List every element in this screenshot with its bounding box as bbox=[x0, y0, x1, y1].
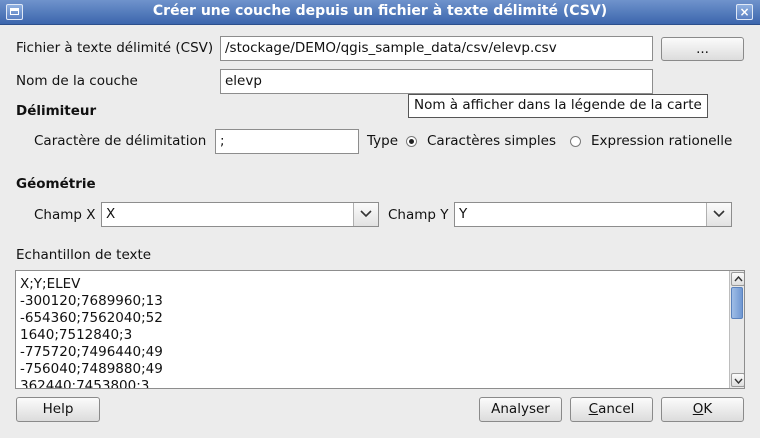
cancel-button[interactable]: Cancel bbox=[570, 397, 653, 422]
scroll-thumb[interactable] bbox=[731, 287, 743, 319]
sample-line: -756040;7489880;49 bbox=[20, 361, 163, 377]
field-x-label: Champ X bbox=[34, 207, 96, 223]
help-button[interactable]: Help bbox=[16, 397, 100, 422]
ok-mnemonic: O bbox=[692, 401, 704, 417]
sample-line: 1640;7512840;3 bbox=[20, 327, 133, 343]
field-y-combo[interactable]: Y bbox=[454, 202, 732, 227]
delimiter-type-label: Type bbox=[367, 133, 399, 149]
analyse-button[interactable]: Analyser bbox=[479, 397, 562, 422]
sample-line: 362440;7453800;3 bbox=[20, 378, 150, 389]
ok-label-rest: K bbox=[703, 401, 713, 417]
radio-simple-chars[interactable] bbox=[406, 136, 417, 147]
sample-line: -654360;7562040;52 bbox=[20, 310, 163, 326]
window-title: Créer une couche depuis un fichier à tex… bbox=[152, 3, 608, 19]
radio-regex-label[interactable]: Expression rationelle bbox=[591, 133, 732, 149]
file-label: Fichier à texte délimité (CSV) bbox=[16, 40, 214, 56]
delimiter-heading: Délimiteur bbox=[16, 103, 97, 119]
geometry-heading: Géométrie bbox=[16, 176, 96, 192]
sample-text-area[interactable]: X;Y;ELEV -300120;7689960;13 -654360;7562… bbox=[15, 270, 745, 389]
field-x-value: X bbox=[106, 206, 116, 222]
cancel-mnemonic: C bbox=[588, 401, 599, 417]
sample-line: -775720;7496440;49 bbox=[20, 344, 163, 360]
sample-line: -300120;7689960;13 bbox=[20, 293, 163, 309]
ok-button[interactable]: OK bbox=[661, 397, 744, 422]
scroll-up-icon[interactable] bbox=[731, 272, 744, 286]
field-x-combo[interactable]: X bbox=[101, 202, 379, 227]
delimiter-char-label: Caractère de délimitation bbox=[34, 133, 207, 149]
scroll-down-icon[interactable] bbox=[731, 373, 744, 387]
vertical-scrollbar[interactable] bbox=[729, 271, 744, 388]
chevron-down-icon[interactable] bbox=[706, 203, 731, 226]
field-y-label: Champ Y bbox=[388, 207, 449, 223]
sample-line: X;Y;ELEV bbox=[20, 276, 81, 292]
sample-text-label: Echantillon de texte bbox=[16, 247, 152, 263]
delimiter-char-input[interactable]: ; bbox=[215, 129, 359, 154]
cancel-label-rest: ancel bbox=[598, 401, 635, 417]
layer-name-label: Nom de la couche bbox=[16, 73, 138, 89]
field-y-value: Y bbox=[459, 206, 468, 222]
browse-button[interactable]: ... bbox=[661, 37, 744, 61]
layer-name-input[interactable]: elevp bbox=[220, 69, 653, 94]
close-icon[interactable]: × bbox=[736, 4, 753, 20]
title-bar: Créer une couche depuis un fichier à tex… bbox=[0, 0, 760, 25]
layer-name-tooltip: Nom à afficher dans la légende de la car… bbox=[408, 94, 708, 118]
chevron-down-icon[interactable] bbox=[353, 203, 378, 226]
file-path-input[interactable]: /stockage/DEMO/qgis_sample_data/csv/elev… bbox=[220, 36, 653, 61]
radio-simple-chars-label[interactable]: Caractères simples bbox=[427, 133, 556, 149]
radio-regex[interactable] bbox=[570, 136, 581, 147]
